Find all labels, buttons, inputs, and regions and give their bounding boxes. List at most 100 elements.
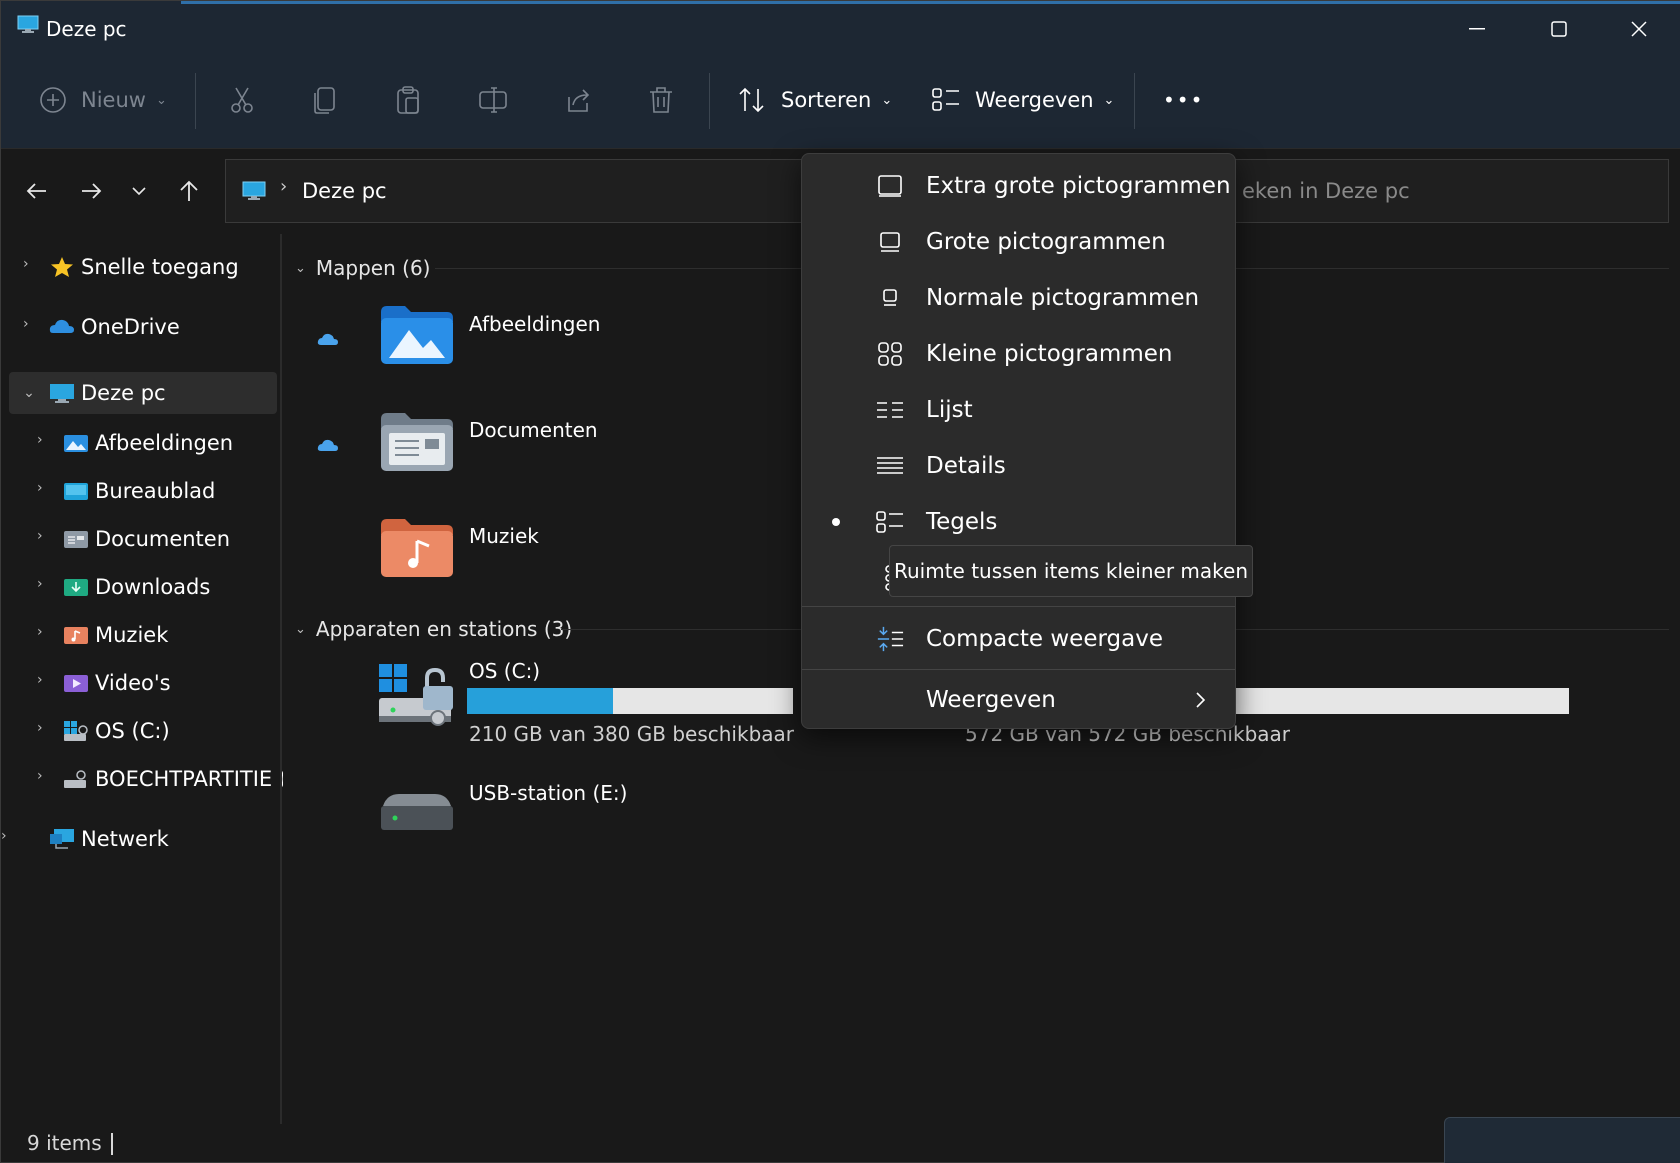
menu-item-extra-large-icons[interactable]: Extra grote pictogrammen bbox=[802, 160, 1235, 212]
sidebar-item-label: Deze pc bbox=[81, 381, 166, 405]
sidebar-item-music[interactable]: Muziek bbox=[63, 614, 168, 656]
menu-item-tiles[interactable]: Tegels bbox=[802, 496, 1235, 548]
folder-name[interactable]: Documenten bbox=[469, 418, 598, 442]
new-label: Nieuw bbox=[81, 88, 146, 112]
close-button[interactable] bbox=[1609, 9, 1669, 49]
search-box[interactable]: eken in Deze pc bbox=[1229, 159, 1669, 223]
sidebar-item-label: Downloads bbox=[95, 575, 211, 599]
pane-divider[interactable] bbox=[280, 234, 282, 1124]
delete-button[interactable] bbox=[647, 75, 675, 125]
sidebar-item-pictures[interactable]: Afbeeldingen bbox=[63, 422, 233, 464]
sidebar-item-os-c[interactable]: OS (C:) bbox=[63, 710, 170, 752]
menu-item-large-icons[interactable]: Grote pictogrammen bbox=[802, 216, 1235, 268]
expand-chevron-icon[interactable]: › bbox=[37, 768, 43, 784]
expand-chevron-icon[interactable]: › bbox=[37, 720, 43, 736]
menu-item-label: Kleine pictogrammen bbox=[926, 341, 1173, 367]
expand-chevron-icon[interactable]: › bbox=[37, 672, 43, 688]
pictures-folder-large-icon[interactable] bbox=[379, 304, 455, 366]
forward-button[interactable] bbox=[71, 171, 111, 211]
navigation-pane: › Snelle toegang › OneDrive ⌄ Deze pc › … bbox=[1, 234, 303, 1124]
clipboard-icon bbox=[397, 86, 419, 114]
expand-chevron-icon[interactable]: › bbox=[37, 528, 43, 544]
sidebar-item-label: Video's bbox=[95, 671, 171, 695]
sidebar-item-this-pc[interactable]: ⌄ Deze pc bbox=[9, 372, 277, 414]
share-button[interactable] bbox=[563, 75, 593, 125]
up-button[interactable] bbox=[169, 171, 209, 211]
search-placeholder: eken in Deze pc bbox=[1242, 179, 1410, 203]
copy-button[interactable] bbox=[311, 75, 339, 125]
menu-separator bbox=[802, 606, 1235, 607]
menu-item-list[interactable]: Lijst bbox=[802, 384, 1235, 436]
drive-icon bbox=[64, 770, 86, 788]
expand-chevron-icon[interactable]: › bbox=[37, 576, 43, 592]
sidebar-item-network[interactable]: Netwerk bbox=[49, 818, 169, 860]
menu-item-label: Tegels bbox=[926, 509, 998, 535]
more-options-button[interactable]: ••• bbox=[1163, 75, 1204, 125]
close-icon bbox=[1631, 21, 1647, 37]
menu-item-show-submenu[interactable]: Weergeven bbox=[802, 674, 1235, 726]
folder-name[interactable]: Afbeeldingen bbox=[469, 312, 600, 336]
expand-chevron-icon[interactable]: › bbox=[37, 432, 43, 448]
drive-name[interactable]: OS (C:) bbox=[469, 659, 540, 683]
breadcrumb-chevron-icon[interactable]: › bbox=[280, 176, 287, 197]
back-button[interactable] bbox=[17, 171, 57, 211]
sort-button[interactable]: Sorteren ⌄ bbox=[737, 75, 892, 125]
minimize-icon bbox=[1469, 28, 1485, 30]
cloud-icon bbox=[49, 319, 74, 333]
usb-drive-large-icon[interactable] bbox=[379, 786, 455, 834]
maximize-button[interactable] bbox=[1529, 9, 1589, 49]
sidebar-item-onedrive[interactable]: OneDrive bbox=[49, 306, 180, 348]
menu-item-small-icons[interactable]: Kleine pictogrammen bbox=[802, 328, 1235, 380]
recent-locations-button[interactable] bbox=[119, 171, 159, 211]
sidebar-item-documents[interactable]: Documenten bbox=[63, 518, 230, 560]
drive-free-space: 210 GB van 380 GB beschikbaar bbox=[469, 722, 794, 746]
group-header-folders[interactable]: ⌄ Mappen (6) bbox=[295, 256, 430, 280]
menu-item-label: Weergeven bbox=[926, 687, 1056, 713]
sidebar-item-videos[interactable]: Video's bbox=[63, 662, 171, 704]
documents-folder-large-icon[interactable] bbox=[379, 411, 455, 473]
network-icon bbox=[50, 829, 74, 849]
taskbar-preview-thumbnail[interactable] bbox=[1444, 1117, 1680, 1163]
sidebar-item-downloads[interactable]: Downloads bbox=[63, 566, 210, 608]
system-drive-large-icon[interactable] bbox=[379, 662, 459, 732]
cut-button[interactable] bbox=[227, 75, 257, 125]
collapse-chevron-icon[interactable]: ⌄ bbox=[9, 385, 49, 401]
collapse-chevron-icon: ⌄ bbox=[295, 621, 306, 637]
expand-chevron-icon[interactable]: › bbox=[37, 480, 43, 496]
expand-chevron-icon[interactable]: › bbox=[23, 316, 29, 332]
new-button[interactable]: Nieuw ⌄ bbox=[39, 75, 167, 125]
menu-item-label: Details bbox=[926, 453, 1006, 479]
rename-button[interactable] bbox=[478, 75, 510, 125]
music-folder-large-icon[interactable] bbox=[379, 517, 455, 579]
drive-usage-bar bbox=[1235, 688, 1569, 714]
paste-button[interactable] bbox=[395, 75, 423, 125]
folder-name[interactable]: Muziek bbox=[469, 524, 539, 548]
expand-chevron-icon[interactable]: › bbox=[1, 828, 7, 844]
group-header-label: Apparaten en stations (3) bbox=[315, 617, 573, 641]
sidebar-item-data-drive[interactable]: BOECHTPARTITIE (D bbox=[63, 758, 303, 800]
sidebar-item-quick-access[interactable]: Snelle toegang bbox=[49, 246, 239, 288]
menu-item-compact-view[interactable]: Compacte weergave bbox=[802, 613, 1235, 665]
copy-icon bbox=[314, 87, 335, 114]
tiles-view-icon bbox=[932, 88, 959, 111]
collapse-chevron-icon: ⌄ bbox=[295, 260, 306, 276]
group-header-drives[interactable]: ⌄ Apparaten en stations (3) bbox=[295, 617, 572, 641]
sidebar-item-desktop[interactable]: Bureaublad bbox=[63, 470, 215, 512]
menu-item-details[interactable]: Details bbox=[802, 440, 1235, 492]
minimize-button[interactable] bbox=[1447, 9, 1507, 49]
status-item-count: 9 items bbox=[27, 1131, 102, 1155]
menu-item-label: Extra grote pictogrammen bbox=[926, 173, 1231, 199]
pictures-folder-icon bbox=[64, 435, 88, 452]
sidebar-item-label: Bureaublad bbox=[95, 479, 216, 503]
toolbar-separator bbox=[1134, 73, 1135, 129]
breadcrumb-this-pc[interactable]: Deze pc bbox=[302, 179, 387, 203]
system-drive-icon bbox=[64, 721, 88, 741]
sidebar-item-label: Netwerk bbox=[81, 827, 169, 851]
view-button[interactable]: Weergeven ⌄ bbox=[931, 75, 1114, 125]
expand-chevron-icon[interactable]: › bbox=[23, 256, 29, 272]
menu-item-medium-icons[interactable]: Normale pictogrammen bbox=[802, 272, 1235, 324]
toolbar-separator bbox=[709, 73, 710, 129]
drive-name[interactable]: USB-station (E:) bbox=[469, 781, 627, 805]
expand-chevron-icon[interactable]: › bbox=[37, 624, 43, 640]
sidebar-item-label: Muziek bbox=[95, 623, 169, 647]
